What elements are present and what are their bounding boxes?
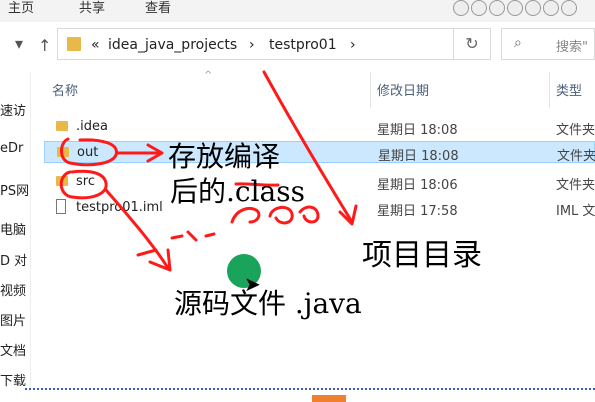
sidebar-item-quick-access[interactable]: 速访 (0, 100, 26, 119)
file-type: IML 文 (556, 204, 595, 219)
address-bar[interactable]: « idea_java_projects › testpro01 › ↻ (57, 28, 491, 60)
sidebar-item-this-pc[interactable]: 电脑 (0, 219, 26, 238)
column-header-type[interactable]: 类型 (556, 80, 582, 99)
sidebar-item-downloads[interactable]: 下载 (0, 370, 26, 389)
annotation-out-line1: 存放编译 (168, 140, 281, 173)
folder-icon (67, 37, 81, 51)
list-item[interactable]: out 星期日 18:08 文件夹 (44, 141, 595, 164)
window-decoration (453, 0, 577, 16)
annotation-project: 项目目录 (362, 238, 482, 273)
taskbar-indicator (312, 395, 346, 402)
file-name: src (76, 174, 95, 189)
circle-icon (471, 0, 487, 16)
column-header-date[interactable]: 修改日期 (377, 80, 429, 99)
tab-share[interactable]: 共享 (79, 0, 105, 16)
file-type: 文件夹 (556, 123, 595, 138)
search-placeholder: 搜索" (556, 40, 588, 55)
breadcrumb-overflow-icon[interactable]: « (91, 37, 100, 53)
column-divider[interactable] (370, 72, 371, 108)
file-date: 星期日 17:58 (377, 204, 458, 219)
folder-icon (57, 147, 69, 157)
file-name: testpro01.iml (76, 200, 163, 215)
file-list: ^ 名称 修改日期 类型 .idea 星期日 18:08 文件夹 out 星期日… (30, 70, 595, 392)
list-item[interactable]: testpro01.iml 星期日 17:58 IML 文 (44, 197, 595, 219)
breadcrumb-separator-icon[interactable]: › (350, 37, 356, 53)
file-icon (56, 199, 66, 214)
circle-icon (525, 0, 541, 16)
refresh-icon[interactable]: ↻ (453, 29, 490, 59)
circle-icon (489, 0, 505, 16)
file-date: 星期日 18:08 (378, 149, 459, 164)
sidebar-item-onedrive[interactable]: eDr (0, 141, 23, 156)
list-item[interactable]: src 星期日 18:06 文件夹 (44, 171, 595, 193)
file-name: out (77, 145, 99, 160)
navigation-bar: ▾ ↑ « idea_java_projects › testpro01 › ↻… (0, 22, 595, 72)
circle-icon (561, 0, 577, 16)
annotation-out-line2: 后的.class (170, 175, 305, 208)
annotation-src: 源码文件 .java (174, 287, 362, 320)
list-item[interactable]: .idea 星期日 18:08 文件夹 (44, 116, 595, 138)
search-box[interactable]: ⌕ 搜索" (501, 28, 595, 60)
breadcrumb-separator-icon[interactable]: › (249, 37, 255, 53)
column-divider[interactable] (549, 72, 550, 108)
sort-ascending-icon: ^ (204, 70, 213, 81)
folder-icon (56, 121, 68, 131)
file-name: .idea (76, 119, 108, 134)
file-type: 文件夹 (557, 149, 595, 164)
sidebar-item-documents[interactable]: 文档 (0, 340, 26, 359)
sidebar: 速访 eDr PS网 电脑 D 对 视频 图片 文档 下载 (0, 72, 31, 402)
sidebar-item-3d-objects[interactable]: D 对 (0, 250, 27, 269)
column-header-name[interactable]: 名称 (52, 80, 78, 99)
search-icon: ⌕ (514, 35, 522, 51)
file-date: 星期日 18:06 (377, 178, 458, 193)
tab-home[interactable]: 主页 (8, 0, 34, 16)
circle-icon (453, 0, 469, 16)
up-arrow-icon[interactable]: ↑ (38, 36, 51, 55)
taskbar-strip (0, 390, 595, 402)
tab-view[interactable]: 查看 (145, 0, 171, 16)
breadcrumb-item-testpro01[interactable]: testpro01 (269, 37, 337, 53)
file-date: 星期日 18:08 (377, 123, 458, 138)
sidebar-item-videos[interactable]: 视频 (0, 280, 26, 299)
breadcrumb-item-idea-java-projects[interactable]: idea_java_projects (108, 37, 237, 53)
sidebar-item-ps[interactable]: PS网 (0, 180, 29, 199)
back-arrow-icon[interactable]: ▾ (15, 34, 23, 53)
sidebar-item-pictures[interactable]: 图片 (0, 310, 26, 329)
file-type: 文件夹 (556, 178, 595, 193)
circle-icon (507, 0, 523, 16)
circle-icon (543, 0, 559, 16)
ribbon-bar: 主页 共享 查看 (0, 0, 595, 23)
folder-icon (56, 176, 68, 186)
